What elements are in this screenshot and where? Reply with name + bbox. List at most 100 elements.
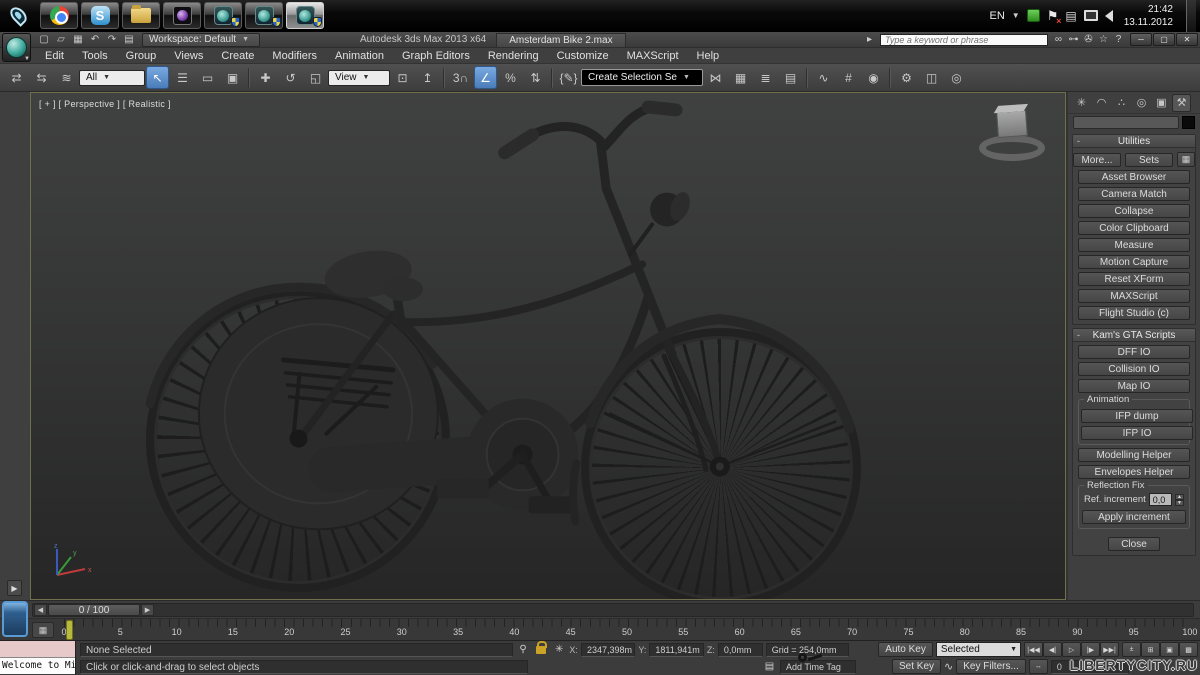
menu-item[interactable]: Customize	[548, 50, 618, 62]
named-selection-sets-button[interactable]: {✎}	[557, 66, 580, 89]
taskbar-app-media-player[interactable]	[163, 2, 201, 29]
set-key-button[interactable]: Set Key	[892, 659, 941, 674]
utility-button[interactable]: Reset XForm	[1078, 272, 1190, 286]
listener-macro-row[interactable]	[0, 641, 75, 658]
gta-script-button[interactable]: DFF IO	[1078, 345, 1190, 359]
tab-display[interactable]: ▣	[1152, 94, 1171, 112]
menu-item[interactable]: Create	[212, 50, 263, 62]
tab-utilities[interactable]: ⚒	[1172, 94, 1191, 112]
mini-curve-editor-button[interactable]: ▦	[32, 622, 54, 638]
gta-script-button[interactable]: Map IO	[1078, 379, 1190, 393]
viewport-layout-flyout-button[interactable]: ▶	[7, 580, 22, 596]
listener-output-row[interactable]: Welcome to Mi	[0, 658, 75, 674]
close-button[interactable]: ✕	[1176, 33, 1198, 46]
tab-hierarchy[interactable]: ∴	[1112, 94, 1131, 112]
network-tray-icon[interactable]	[1084, 10, 1098, 21]
select-and-link-button[interactable]: ⇄	[5, 66, 28, 89]
rectangular-selection-button[interactable]: ▭	[196, 66, 219, 89]
utility-button[interactable]: Flight Studio (c)	[1078, 306, 1190, 320]
y-coordinate-field[interactable]: 1811,941m	[649, 643, 703, 657]
menu-item[interactable]: Animation	[326, 50, 393, 62]
animation-button[interactable]: IFP dump	[1081, 409, 1193, 423]
named-selection-set-dropdown[interactable]: Create Selection Se ▼	[581, 69, 703, 86]
previous-frame-arrow[interactable]: ◀	[34, 604, 47, 616]
taskbar-app-3dsmax-active[interactable]	[286, 2, 324, 29]
render-production-button[interactable]: ◎	[945, 66, 968, 89]
close-button[interactable]: Close	[1108, 537, 1160, 551]
time-slider-handle[interactable]: 0 / 100	[48, 604, 140, 616]
selection-filter-dropdown[interactable]: All ▼	[79, 70, 145, 86]
isolate-selection-icon[interactable]: ⚲	[516, 644, 530, 655]
separator[interactable]	[443, 68, 445, 88]
search-history-icon[interactable]: ▸	[862, 33, 877, 46]
zoom-all-button[interactable]: ⊞	[1141, 642, 1160, 657]
taskbar-clock[interactable]: 21:42 13.11.2012	[1124, 3, 1173, 29]
go-to-start-button[interactable]: |◀◀	[1024, 642, 1043, 657]
save-file-button[interactable]: ▦	[70, 33, 86, 46]
bike-model[interactable]	[31, 93, 1065, 599]
key-filters-button[interactable]: Key Filters...	[956, 659, 1026, 674]
select-by-name-button[interactable]: ☰	[171, 66, 194, 89]
go-to-end-button[interactable]: ▶▶|	[1100, 642, 1119, 657]
tab-motion[interactable]: ◎	[1132, 94, 1151, 112]
project-folder-button[interactable]: ▤	[121, 33, 137, 46]
zoom-button[interactable]: ±	[1122, 642, 1141, 657]
configure-button-sets-button[interactable]: ▦	[1177, 152, 1195, 167]
use-pivot-center-button[interactable]: ⊡	[391, 66, 414, 89]
select-and-move-button[interactable]: ✚	[254, 66, 277, 89]
zoom-extents-button[interactable]: ▣	[1160, 642, 1179, 657]
perspective-viewport[interactable]: [ + ] [ Perspective ] [ Realistic ]	[30, 92, 1066, 600]
viewport-label[interactable]: [ + ] [ Perspective ] [ Realistic ]	[39, 99, 171, 109]
key-mode-dropdown[interactable]: Selected ▼	[936, 642, 1021, 657]
utility-button[interactable]: Color Clipboard	[1078, 221, 1190, 235]
zoom-extents-all-button[interactable]: ▩	[1179, 642, 1198, 657]
viewport-layout-tab-button[interactable]	[2, 601, 28, 637]
restore-button[interactable]: ▢	[1153, 33, 1175, 46]
time-slider-track[interactable]: ◀ 0 / 100 ▶	[32, 603, 1194, 617]
minimize-button[interactable]: ─	[1130, 33, 1152, 46]
utility-button[interactable]: Collapse	[1078, 204, 1190, 218]
separator[interactable]	[889, 68, 891, 88]
new-scene-button[interactable]: ▢	[36, 33, 52, 46]
utility-button[interactable]: Camera Match	[1078, 187, 1190, 201]
utility-button[interactable]: Motion Capture	[1078, 255, 1190, 269]
menu-item[interactable]: Help	[688, 50, 729, 62]
show-desktop-button[interactable]	[1186, 0, 1196, 32]
track-bar[interactable]: ▦ 05101520253035404550556065707580859095…	[0, 618, 1200, 641]
viewcube[interactable]	[977, 105, 1049, 165]
workspace-dropdown[interactable]: Workspace: Default ▼	[142, 33, 260, 47]
menu-item[interactable]: Tools	[73, 50, 117, 62]
graphite-ribbon-button[interactable]: ▤	[779, 66, 802, 89]
ref-increment-field[interactable]: 0,0	[1149, 493, 1172, 506]
redo-button[interactable]: ↷	[104, 33, 120, 46]
align-button[interactable]: ▦	[729, 66, 752, 89]
antivirus-tray-icon[interactable]	[1027, 9, 1040, 22]
rendered-frame-button[interactable]: ◫	[920, 66, 943, 89]
taskbar-app-chrome[interactable]	[40, 2, 78, 29]
auto-key-button[interactable]: Auto Key	[878, 642, 933, 657]
favorites-star-icon[interactable]: ☆	[1096, 33, 1111, 46]
material-editor-button[interactable]: ◉	[862, 66, 885, 89]
object-name-field[interactable]	[1073, 116, 1179, 129]
select-and-scale-button[interactable]: ◱	[304, 66, 327, 89]
menu-item[interactable]: Rendering	[479, 50, 548, 62]
tab-modify[interactable]: ◠	[1092, 94, 1111, 112]
application-menu-button[interactable]: ▼	[2, 33, 31, 62]
menu-item[interactable]: Edit	[36, 50, 73, 62]
utilities-rollout-header[interactable]: - Utilities	[1073, 135, 1195, 148]
action-center-flag-icon[interactable]: ⚑	[1047, 8, 1059, 24]
taskbar-app-file-manager[interactable]	[122, 2, 160, 29]
animation-button[interactable]: IFP IO	[1081, 426, 1193, 440]
select-object-button[interactable]: ↖	[146, 66, 169, 89]
taskbar-app-shield-2[interactable]	[245, 2, 283, 29]
tray-expand-icon[interactable]: ▼	[1012, 11, 1020, 20]
open-file-button[interactable]: ▱	[53, 33, 69, 46]
gta-script-button[interactable]: Collision IO	[1078, 362, 1190, 376]
select-and-rotate-button[interactable]: ↺	[279, 66, 302, 89]
tab-create[interactable]: ✳	[1072, 94, 1091, 112]
viewcube-compass-ring[interactable]	[979, 135, 1045, 161]
render-setup-button[interactable]: ⚙	[895, 66, 918, 89]
ref-increment-spinner[interactable]: ▲▼	[1175, 494, 1184, 506]
selection-lock-icon[interactable]	[536, 646, 546, 654]
volume-tray-icon[interactable]	[1105, 10, 1113, 22]
